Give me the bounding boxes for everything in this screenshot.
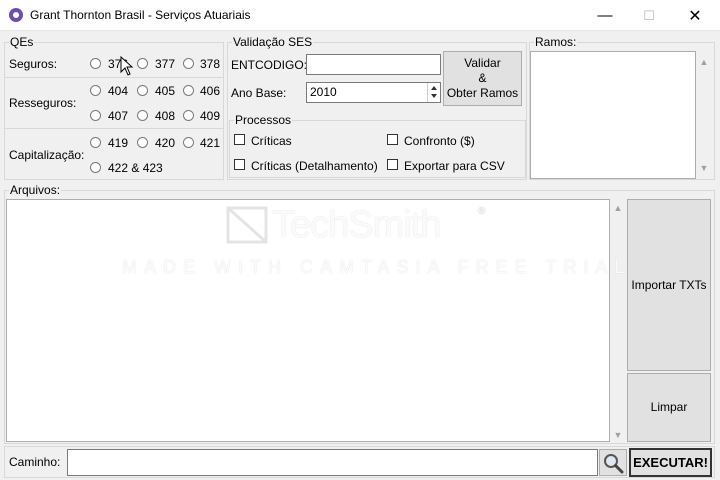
ramos-legend: Ramos: (534, 35, 578, 49)
criticas-label: Críticas (251, 134, 292, 148)
ramos-scrollbar[interactable]: ▲ ▼ (696, 51, 713, 179)
arquivos-scroll-down-icon[interactable]: ▼ (610, 430, 626, 440)
radio-qe-406-label: 406 (200, 84, 221, 98)
validacao-ses-legend: Validação SES (232, 35, 314, 49)
caminho-input[interactable] (67, 449, 598, 476)
confronto-checkbox[interactable] (387, 134, 398, 145)
validar-line-1: Validar (464, 56, 501, 70)
exportar-csv-label: Exportar para CSV (404, 159, 505, 173)
app-icon (9, 8, 23, 22)
radio-qe-378-label: 378 (200, 57, 221, 71)
minimize-button[interactable]: — (582, 0, 628, 31)
search-icon (604, 453, 624, 473)
radio-qe-405[interactable] (137, 85, 148, 96)
maximize-button[interactable]: ☐ (626, 0, 672, 31)
validar-line-3: Obter Ramos (446, 86, 519, 100)
qes-separator-1 (5, 77, 223, 78)
radio-qe-377[interactable] (137, 58, 148, 69)
radio-qe-422-423[interactable] (90, 162, 101, 173)
validar-obter-ramos-button[interactable]: Validar & Obter Ramos (443, 51, 522, 106)
resseguros-label: Resseguros: (9, 96, 77, 110)
criticas-detalhamento-checkbox[interactable] (234, 159, 245, 170)
entcodigo-label: ENTCODIGO: (231, 58, 308, 72)
radio-qe-405-label: 405 (155, 84, 176, 98)
radio-qe-377-label: 377 (155, 57, 176, 71)
radio-qe-404-label: 404 (108, 84, 129, 98)
ano-base-input[interactable]: 2010 (306, 82, 441, 103)
radio-qe-378[interactable] (183, 58, 194, 69)
radio-qe-419-label: 419 (108, 136, 129, 150)
ano-base-label: Ano Base: (231, 86, 287, 100)
criticas-detalhamento-label: Críticas (Detalhamento) (251, 159, 378, 173)
radio-qe-407-label: 407 (108, 109, 129, 123)
mouse-cursor-icon (120, 56, 134, 76)
executar-button[interactable]: EXECUTAR! (629, 448, 712, 477)
processos-legend: Processos (234, 113, 293, 127)
arquivos-legend: Arquivos: (9, 183, 62, 197)
radio-qe-407[interactable] (90, 110, 101, 121)
radio-qe-422-423-label: 422 & 423 (108, 161, 163, 175)
seguros-label: Seguros: (9, 57, 58, 71)
radio-qe-420-label: 420 (155, 136, 176, 150)
techsmith-trademark: ® (478, 206, 486, 217)
radio-qe-421[interactable] (183, 137, 194, 148)
close-button[interactable]: ✕ (672, 0, 718, 31)
confronto-label: Confronto ($) (404, 134, 475, 148)
limpar-button[interactable]: Limpar (627, 373, 711, 442)
importar-txts-button[interactable]: Importar TXTs (627, 199, 711, 371)
radio-qe-409-label: 409 (200, 109, 221, 123)
qes-separator-2 (5, 128, 223, 129)
qes-legend: QEs (9, 35, 35, 49)
spinner-up-icon[interactable] (431, 86, 437, 90)
exportar-csv-checkbox[interactable] (387, 159, 398, 170)
window-title: Grant Thornton Brasil - Serviços Atuaria… (30, 8, 251, 22)
camtasia-trial-watermark: MADE WITH CAMTASIA FREE TRIAL (122, 257, 632, 277)
radio-qe-420[interactable] (137, 137, 148, 148)
capitalizacao-label: Capitalização: (9, 148, 85, 162)
radio-qe-404[interactable] (90, 85, 101, 96)
radio-qe-408-label: 408 (155, 109, 176, 123)
arquivos-scroll-up-icon[interactable]: ▲ (610, 203, 626, 213)
spinner-down-icon[interactable] (431, 94, 437, 98)
ano-base-spinner[interactable] (427, 83, 440, 102)
ramos-scroll-up-icon[interactable]: ▲ (696, 57, 712, 67)
entcodigo-input[interactable] (306, 54, 441, 75)
radio-qe-419[interactable] (90, 137, 101, 148)
caminho-label: Caminho: (9, 455, 61, 469)
radio-qe-406[interactable] (183, 85, 194, 96)
techsmith-logo-icon (226, 206, 268, 244)
radio-qe-376[interactable] (90, 58, 101, 69)
techsmith-brand-text: TechSmith (272, 204, 441, 246)
radio-qe-409[interactable] (183, 110, 194, 121)
arquivos-scrollbar[interactable]: ▲ ▼ (610, 199, 627, 442)
radio-qe-421-label: 421 (200, 136, 221, 150)
validar-line-2: & (478, 71, 487, 85)
techsmith-watermark: TechSmith ® (226, 204, 506, 248)
browse-button[interactable] (599, 449, 627, 476)
radio-qe-408[interactable] (137, 110, 148, 121)
criticas-checkbox[interactable] (234, 134, 245, 145)
ramos-scroll-down-icon[interactable]: ▼ (696, 163, 712, 173)
ramos-list[interactable] (530, 51, 696, 179)
